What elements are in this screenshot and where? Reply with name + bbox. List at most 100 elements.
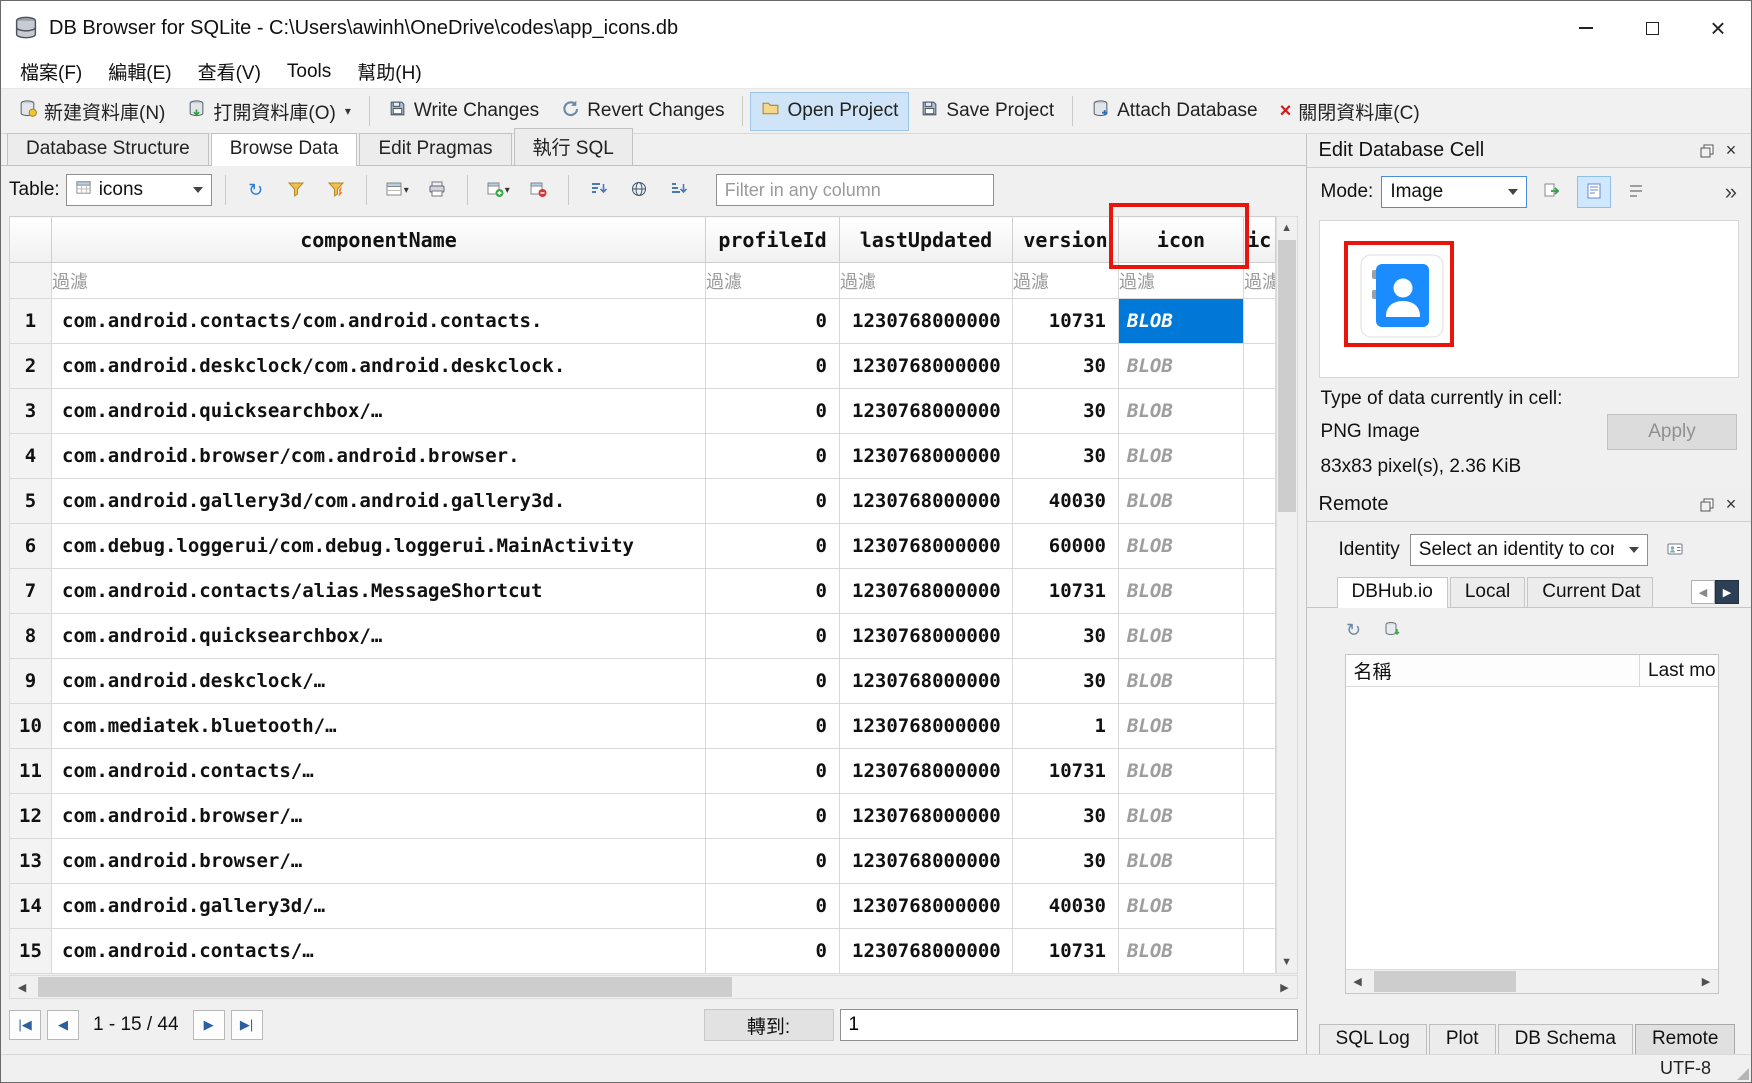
open-database-dropdown-icon[interactable]: ▾ (345, 104, 351, 118)
cell-icon[interactable]: BLOB (1119, 659, 1244, 704)
cell-partial[interactable] (1244, 299, 1276, 344)
minimize-button[interactable] (1553, 1, 1619, 55)
row-number[interactable]: 1 (10, 299, 52, 344)
cell-lastUpdated[interactable]: 1230768000000 (840, 704, 1013, 749)
tab-browse-data[interactable]: Browse Data (211, 133, 358, 166)
list-header-last-modified[interactable]: Last mo (1640, 655, 1718, 686)
cell-version[interactable]: 40030 (1013, 884, 1119, 929)
cell-partial[interactable] (1244, 704, 1276, 749)
close-database-button[interactable]: × 關閉資料庫(C) (1269, 91, 1431, 132)
cell-partial[interactable] (1244, 344, 1276, 389)
cell-profileId[interactable]: 0 (706, 884, 840, 929)
goto-record-input[interactable] (840, 1009, 1298, 1041)
scroll-left-icon[interactable]: ◀ (10, 976, 34, 998)
tab-edit-pragmas[interactable]: Edit Pragmas (359, 133, 511, 165)
row-number[interactable]: 14 (10, 884, 52, 929)
scroll-right-icon[interactable]: ▶ (1694, 970, 1718, 993)
dock-tab-remote[interactable]: Remote (1635, 1024, 1736, 1055)
cell-lastUpdated[interactable]: 1230768000000 (840, 569, 1013, 614)
list-header-name[interactable]: 名稱 (1346, 655, 1640, 686)
cell-version[interactable]: 10731 (1013, 929, 1119, 974)
remote-tab-current-database[interactable]: Current Dat (1527, 577, 1653, 607)
cell-lastUpdated[interactable]: 1230768000000 (840, 794, 1013, 839)
cell-version[interactable]: 30 (1013, 794, 1119, 839)
identity-select[interactable]: Select an identity to conne (1410, 534, 1648, 566)
row-number[interactable]: 3 (10, 389, 52, 434)
cell-icon[interactable]: BLOB (1119, 839, 1244, 884)
cell-icon[interactable]: BLOB (1119, 929, 1244, 974)
delete-record-button[interactable] (521, 174, 555, 206)
scroll-right-icon[interactable]: ▶ (1273, 976, 1297, 998)
mode-select[interactable]: Image (1381, 176, 1527, 208)
horizontal-scrollbar-thumb[interactable] (1374, 971, 1517, 992)
cell-profileId[interactable]: 0 (706, 434, 840, 479)
import-export-button[interactable] (1535, 176, 1569, 208)
cell-componentName[interactable]: com.android.browser/… (52, 839, 706, 884)
horizontal-scrollbar-track[interactable] (34, 976, 1273, 998)
cell-partial[interactable] (1244, 569, 1276, 614)
identity-settings-button[interactable] (1658, 534, 1692, 566)
cell-version[interactable]: 30 (1013, 614, 1119, 659)
row-number[interactable]: 7 (10, 569, 52, 614)
cell-lastUpdated[interactable]: 1230768000000 (840, 749, 1013, 794)
cell-lastUpdated[interactable]: 1230768000000 (840, 389, 1013, 434)
row-number[interactable]: 15 (10, 929, 52, 974)
cell-profileId[interactable]: 0 (706, 299, 840, 344)
cell-lastUpdated[interactable]: 1230768000000 (840, 614, 1013, 659)
close-button[interactable]: × (1685, 1, 1751, 55)
column-header-icon[interactable]: icon (1119, 217, 1244, 263)
apply-button[interactable]: Apply (1607, 414, 1737, 450)
toolbar-overflow-chevron[interactable]: » (1725, 179, 1741, 205)
cell-profileId[interactable]: 0 (706, 569, 840, 614)
cell-version[interactable]: 10731 (1013, 569, 1119, 614)
remote-horizontal-scrollbar[interactable]: ◀ ▶ (1346, 969, 1718, 993)
menu-file[interactable]: 檔案(F) (7, 54, 95, 89)
close-panel-button[interactable]: × (1719, 139, 1743, 163)
cell-componentName[interactable]: com.android.contacts/… (52, 749, 706, 794)
cell-icon[interactable]: BLOB (1119, 749, 1244, 794)
row-number[interactable]: 6 (10, 524, 52, 569)
save-table-button[interactable]: ▾ (380, 174, 414, 206)
tab-database-structure[interactable]: Database Structure (7, 133, 209, 165)
cell-componentName[interactable]: com.debug.loggerui/com.debug.loggerui.Ma… (52, 524, 706, 569)
cell-lastUpdated[interactable]: 1230768000000 (840, 839, 1013, 884)
row-number[interactable]: 8 (10, 614, 52, 659)
remote-clone-button[interactable] (1375, 614, 1409, 646)
cell-icon[interactable]: BLOB (1119, 614, 1244, 659)
dock-tab-db-schema[interactable]: DB Schema (1498, 1024, 1633, 1055)
attach-database-button[interactable]: Attach Database (1080, 92, 1268, 131)
column-header-componentName[interactable]: componentName (52, 217, 706, 263)
menu-tools[interactable]: Tools (274, 57, 344, 87)
grid-vertical-scrollbar[interactable]: ▲ ▼ (1276, 216, 1298, 974)
cell-lastUpdated[interactable]: 1230768000000 (840, 524, 1013, 569)
cell-lastUpdated[interactable]: 1230768000000 (840, 884, 1013, 929)
remote-tab-local[interactable]: Local (1450, 577, 1525, 607)
menu-edit[interactable]: 編輯(E) (95, 54, 184, 89)
remote-tab-dbhub[interactable]: DBHub.io (1337, 577, 1448, 608)
sort-ascending-button[interactable] (582, 174, 616, 206)
close-panel-button[interactable]: × (1719, 493, 1743, 517)
cell-version[interactable]: 30 (1013, 344, 1119, 389)
new-database-button[interactable]: 新建資料庫(N) (7, 91, 176, 132)
cell-icon[interactable]: BLOB (1119, 569, 1244, 614)
column-header-version[interactable]: version (1013, 217, 1119, 263)
cell-profileId[interactable]: 0 (706, 794, 840, 839)
cell-version[interactable]: 40030 (1013, 479, 1119, 524)
sort-descending-button[interactable] (662, 174, 696, 206)
print-button[interactable] (420, 174, 454, 206)
refresh-button[interactable]: ↻ (239, 174, 273, 206)
cell-profileId[interactable]: 0 (706, 344, 840, 389)
cell-lastUpdated[interactable]: 1230768000000 (840, 299, 1013, 344)
cell-profileId[interactable]: 0 (706, 389, 840, 434)
cell-icon[interactable]: BLOB (1119, 704, 1244, 749)
previous-record-button[interactable]: ◀ (47, 1010, 79, 1040)
cell-componentName[interactable]: com.android.deskclock/… (52, 659, 706, 704)
cell-lastUpdated[interactable]: 1230768000000 (840, 344, 1013, 389)
next-record-button[interactable]: ▶ (193, 1010, 225, 1040)
cell-profileId[interactable]: 0 (706, 929, 840, 974)
revert-changes-button[interactable]: Revert Changes (550, 92, 735, 131)
cell-partial[interactable] (1244, 929, 1276, 974)
cell-componentName[interactable]: com.android.contacts/… (52, 929, 706, 974)
filter-partial[interactable]: 過濾 (1244, 263, 1276, 299)
cell-icon[interactable]: BLOB (1119, 389, 1244, 434)
